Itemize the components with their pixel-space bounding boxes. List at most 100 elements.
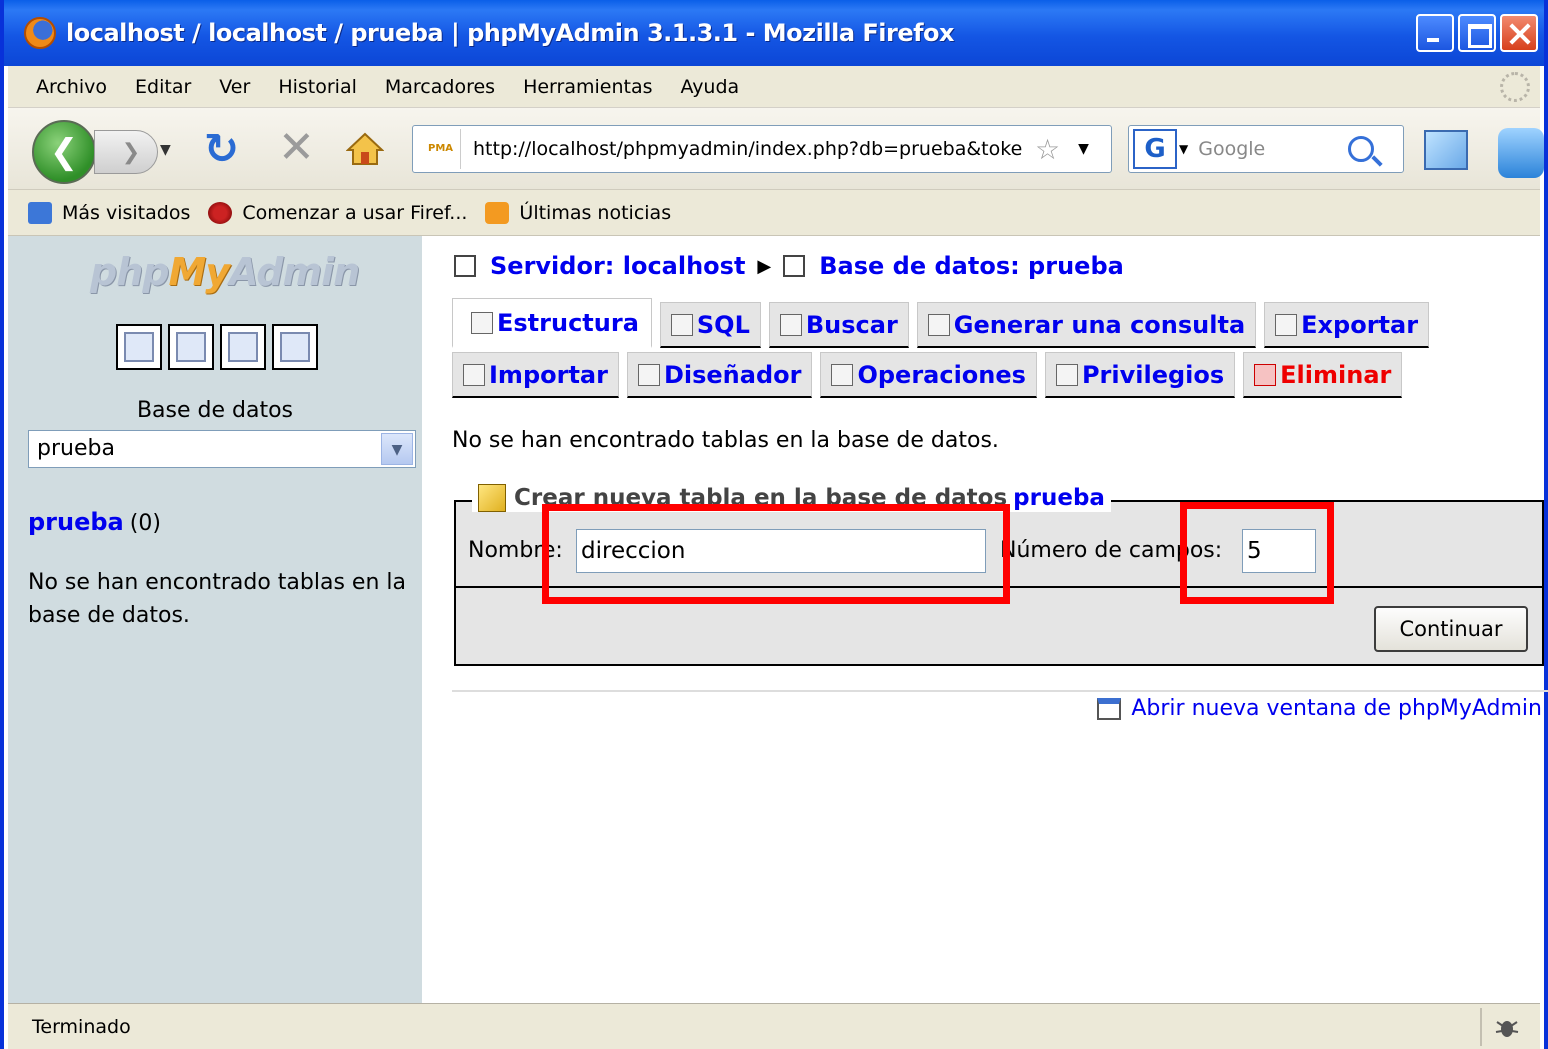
navigation-toolbar: ❮ ❯ ▼ ↻ ✕ PMA http://localhost/phpmyadmi… bbox=[8, 108, 1544, 190]
menu-editar[interactable]: Editar bbox=[135, 76, 191, 98]
firefox-icon bbox=[24, 17, 56, 49]
breadcrumb-server[interactable]: Servidor: localhost bbox=[490, 252, 745, 280]
main-pane: Servidor: localhost ▶ Base de datos: pru… bbox=[448, 236, 1548, 1003]
menu-ayuda[interactable]: Ayuda bbox=[680, 76, 739, 98]
no-tables-message: No se han encontrado tablas en la base d… bbox=[452, 428, 999, 453]
home-icon[interactable] bbox=[346, 132, 384, 166]
bookmarks-toolbar: Más visitados Comenzar a usar Firef... Ú… bbox=[8, 190, 1540, 236]
tab-label: Eliminar bbox=[1280, 360, 1392, 389]
continue-button[interactable]: Continuar bbox=[1374, 606, 1528, 652]
tab-label: Importar bbox=[489, 360, 608, 389]
tab-importar[interactable]: Importar bbox=[452, 352, 619, 398]
url-input[interactable]: http://localhost/phpmyadmin/index.php?db… bbox=[473, 138, 1033, 160]
tab-label: Estructura bbox=[497, 308, 639, 337]
legend-database: prueba bbox=[1013, 485, 1105, 511]
search-folder-icon bbox=[28, 201, 52, 224]
tab-estructura[interactable]: Estructura bbox=[452, 298, 652, 348]
tab-label: Diseñador bbox=[663, 360, 802, 389]
maximize-button[interactable] bbox=[1458, 14, 1496, 52]
back-button[interactable]: ❮ bbox=[32, 120, 96, 184]
sql-query-icon[interactable] bbox=[168, 324, 214, 370]
bookmark-comenzar[interactable]: Comenzar a usar Firef... bbox=[208, 201, 467, 224]
search-bar[interactable]: G ▼ Google bbox=[1128, 125, 1404, 173]
new-window-icon bbox=[1097, 697, 1122, 720]
menu-marcadores[interactable]: Marcadores bbox=[385, 76, 495, 98]
search-icon bbox=[779, 313, 802, 336]
sql-icon bbox=[670, 313, 693, 336]
tab-label: Generar una consulta bbox=[953, 310, 1246, 339]
bookmark-star-icon[interactable]: ☆ bbox=[1035, 133, 1060, 166]
engine-dropdown-icon[interactable]: ▼ bbox=[1179, 142, 1188, 156]
breadcrumb: Servidor: localhost ▶ Base de datos: pru… bbox=[454, 252, 1124, 280]
tab-disenador[interactable]: Diseñador bbox=[626, 352, 813, 398]
help-icon[interactable] bbox=[220, 324, 266, 370]
tab-exportar[interactable]: Exportar bbox=[1264, 302, 1430, 348]
stop-icon[interactable]: ✕ bbox=[278, 126, 315, 170]
search-input[interactable]: Google bbox=[1198, 138, 1348, 160]
tab-operaciones[interactable]: Operaciones bbox=[820, 352, 1037, 398]
tab-label: Buscar bbox=[805, 310, 898, 339]
left-icon-toolbar bbox=[116, 324, 318, 370]
tab-label: Operaciones bbox=[857, 360, 1026, 389]
home-icon[interactable] bbox=[116, 324, 162, 370]
privileges-icon bbox=[1055, 363, 1078, 386]
tabs-row-2: Importar Diseñador Operaciones Privilegi… bbox=[452, 352, 1410, 398]
firefox-bookmark-icon bbox=[208, 201, 233, 224]
phpmyadmin-logo[interactable]: phpMyAdmin bbox=[90, 250, 360, 294]
tab-generar-consulta[interactable]: Generar una consulta bbox=[916, 302, 1257, 348]
database-link-label: prueba bbox=[28, 508, 124, 536]
bookmark-label: Últimas noticias bbox=[519, 201, 672, 224]
url-dropdown-icon[interactable]: ▼ bbox=[1078, 141, 1089, 157]
sql-docs-icon[interactable] bbox=[272, 324, 318, 370]
window-controls bbox=[1416, 14, 1538, 52]
window-toolbar-icon[interactable] bbox=[1424, 130, 1468, 170]
minimize-button[interactable] bbox=[1416, 14, 1454, 52]
highlight-fields-box bbox=[1180, 502, 1334, 604]
firebug-icon[interactable] bbox=[1494, 1014, 1520, 1040]
menu-historial[interactable]: Historial bbox=[278, 76, 357, 98]
delete-icon bbox=[1254, 363, 1277, 386]
tab-privilegios[interactable]: Privilegios bbox=[1044, 352, 1236, 398]
google-engine-icon[interactable]: G bbox=[1133, 129, 1177, 169]
new-window-link[interactable]: Abrir nueva ventana de phpMyAdmin bbox=[1097, 696, 1542, 721]
menu-ver[interactable]: Ver bbox=[219, 76, 250, 98]
import-icon bbox=[463, 363, 485, 386]
tab-buscar[interactable]: Buscar bbox=[768, 302, 909, 348]
history-dropdown-icon[interactable]: ▼ bbox=[160, 142, 171, 158]
database-link[interactable]: prueba (0) bbox=[28, 508, 161, 536]
forward-button[interactable]: ❯ bbox=[94, 130, 158, 174]
breadcrumb-separator-icon: ▶ bbox=[757, 255, 772, 277]
status-bar: Terminado bbox=[8, 1003, 1540, 1049]
throbber-icon bbox=[1500, 72, 1530, 102]
left-no-tables-message: No se han encontrado tablas en la base d… bbox=[28, 570, 406, 628]
bookmark-ultimas-noticias[interactable]: Últimas noticias bbox=[485, 201, 672, 224]
status-separator bbox=[1480, 1008, 1482, 1046]
title-bar: localhost / localhost / prueba | phpMyAd… bbox=[4, 0, 1544, 66]
bookmark-mas-visitados[interactable]: Más visitados bbox=[28, 201, 190, 224]
menu-bar: Archivo Editar Ver Historial Marcadores … bbox=[8, 66, 1540, 108]
database-icon bbox=[783, 255, 806, 277]
database-select-value: prueba bbox=[37, 436, 115, 461]
breadcrumb-database[interactable]: Base de datos: prueba bbox=[819, 252, 1124, 280]
left-navigation-pane: phpMyAdmin Base de datos prueba ▼ prueba… bbox=[8, 236, 422, 1003]
export-icon bbox=[1275, 313, 1298, 336]
server-icon bbox=[454, 255, 476, 277]
close-button[interactable] bbox=[1500, 14, 1538, 52]
reload-icon[interactable]: ↻ bbox=[204, 128, 239, 170]
logo-my: My bbox=[168, 250, 230, 294]
status-text: Terminado bbox=[32, 1016, 131, 1038]
tabs-row-1: Estructura SQL Buscar Generar una consul… bbox=[452, 298, 1437, 348]
pma-favicon-icon: PMA bbox=[421, 129, 461, 169]
tab-sql[interactable]: SQL bbox=[659, 302, 761, 348]
skype-icon[interactable] bbox=[1498, 128, 1544, 178]
url-bar[interactable]: PMA http://localhost/phpmyadmin/index.ph… bbox=[412, 125, 1112, 173]
chevron-down-icon[interactable]: ▼ bbox=[381, 433, 413, 465]
search-icon[interactable] bbox=[1348, 136, 1375, 162]
database-select[interactable]: prueba ▼ bbox=[28, 430, 416, 468]
tab-label: Privilegios bbox=[1081, 360, 1225, 389]
table-count: (0) bbox=[129, 511, 161, 536]
tab-eliminar[interactable]: Eliminar bbox=[1243, 352, 1403, 398]
browser-window: localhost / localhost / prueba | phpMyAd… bbox=[0, 0, 1548, 1049]
menu-herramientas[interactable]: Herramientas bbox=[523, 76, 652, 98]
menu-archivo[interactable]: Archivo bbox=[36, 76, 107, 98]
